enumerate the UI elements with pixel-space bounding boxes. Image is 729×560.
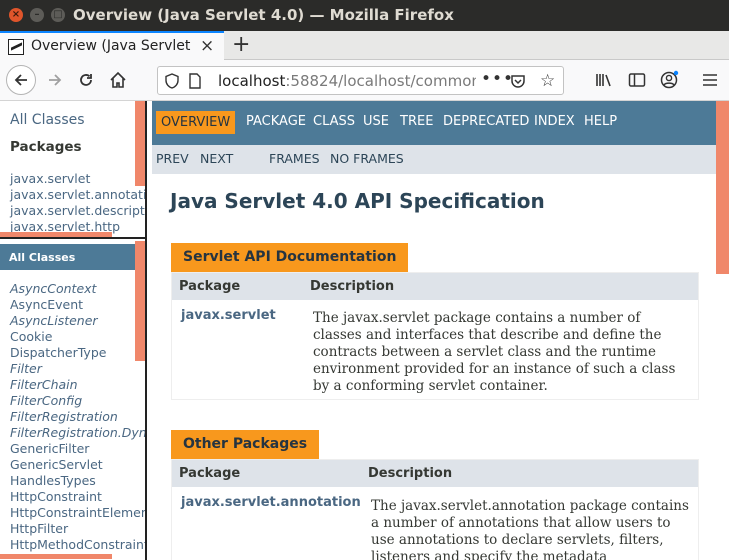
vertical-scrollbar-track[interactable] xyxy=(716,101,729,174)
subnav-prev: PREV xyxy=(156,151,189,166)
main-content-frame: OVERVIEW PACKAGE CLASS USE TREE DEPRECAT… xyxy=(149,101,729,560)
navigation-toolbar: localhost:58824/localhost/common/ja ••• … xyxy=(0,60,729,101)
package-link[interactable]: javax.servlet xyxy=(10,171,90,186)
back-arrow-icon xyxy=(14,74,27,86)
nav-use[interactable]: USE xyxy=(363,114,389,129)
url-path: :58824/localhost/common/ja xyxy=(285,72,476,90)
vertical-scrollbar[interactable] xyxy=(716,174,729,274)
pocket-icon[interactable] xyxy=(510,73,526,89)
left-navigation-frames: All Classes Packages javax.servlet javax… xyxy=(0,101,147,560)
package-summary-table: Package Description javax.servlet.annota… xyxy=(171,459,699,560)
home-button[interactable] xyxy=(104,66,132,94)
account-icon xyxy=(660,70,679,89)
tab-title: Overview (Java Servlet 4 xyxy=(31,38,191,54)
class-link[interactable]: AsyncContext xyxy=(10,281,96,296)
url-text: localhost:58824/localhost/common/ja xyxy=(218,72,476,90)
table-header: Package Description xyxy=(172,460,698,487)
url-host: localhost xyxy=(218,72,286,90)
window-title: Overview (Java Servlet 4.0) — Mozilla Fi… xyxy=(73,6,454,24)
forward-button[interactable] xyxy=(41,66,69,94)
nav-deprecated[interactable]: DEPRECATED xyxy=(443,114,529,129)
all-classes-link[interactable]: All Classes xyxy=(10,112,85,128)
vertical-scrollbar[interactable] xyxy=(135,101,145,186)
column-header-description: Description xyxy=(368,466,453,481)
vertical-scrollbar[interactable] xyxy=(135,241,145,361)
package-description: The javax.servlet package contains a num… xyxy=(313,310,676,394)
class-link[interactable]: Filter xyxy=(10,361,42,376)
subnav-no-frames-link[interactable]: NO FRAMES xyxy=(330,151,404,166)
tab-strip: Overview (Java Servlet 4 × + xyxy=(0,31,729,60)
sub-navigation-bar: PREV NEXT FRAMES NO FRAMES xyxy=(152,145,716,174)
back-button[interactable] xyxy=(6,65,36,95)
new-tab-button[interactable]: + xyxy=(232,31,250,58)
class-link[interactable]: FilterConfig xyxy=(10,393,82,408)
column-header-package: Package xyxy=(179,466,241,481)
class-link[interactable]: HttpConstraint xyxy=(10,489,102,504)
class-link[interactable]: HttpFilter xyxy=(10,521,68,536)
top-navigation-bar: OVERVIEW PACKAGE CLASS USE TREE DEPRECAT… xyxy=(152,101,716,145)
hamburger-menu-icon xyxy=(703,74,717,86)
hamburger-menu-button[interactable] xyxy=(696,66,724,94)
table-caption-servlet-api: Servlet API Documentation xyxy=(171,243,409,272)
class-link[interactable]: GenericServlet xyxy=(10,457,103,472)
nav-class[interactable]: CLASS xyxy=(313,114,355,129)
package-summary-table: Package Description javax.servlet The ja… xyxy=(171,272,699,400)
class-link[interactable]: GenericFilter xyxy=(10,441,89,456)
class-link[interactable]: AsyncListener xyxy=(10,313,98,328)
sidebar-icon xyxy=(628,73,646,87)
table-header: Package Description xyxy=(172,273,698,300)
package-link[interactable]: javax.servlet.descriptor xyxy=(10,203,145,218)
table-caption-other-packages: Other Packages xyxy=(171,430,320,459)
tab-close-icon[interactable]: × xyxy=(200,36,214,56)
class-list-frame: All Classes AsyncContext AsyncEvent AsyncL… xyxy=(0,241,145,560)
page-favicon-icon xyxy=(8,39,24,55)
column-header-description: Description xyxy=(310,279,395,294)
class-link[interactable]: HttpConstraintElement xyxy=(10,505,145,520)
class-link[interactable]: FilterRegistration.Dynamic xyxy=(10,425,145,440)
window-maximize-button[interactable]: □ xyxy=(51,8,65,22)
reload-icon xyxy=(80,74,92,86)
package-description: The javax.servlet.annotation package con… xyxy=(371,498,689,560)
subnav-frames-link[interactable]: FRAMES xyxy=(269,151,320,166)
class-link[interactable]: Cookie xyxy=(10,329,52,344)
window-close-button[interactable]: × xyxy=(9,8,23,22)
class-link[interactable]: FilterChain xyxy=(10,377,78,392)
window-minimize-button[interactable]: – xyxy=(30,8,44,22)
nav-overview[interactable]: OVERVIEW xyxy=(156,111,236,134)
sidebar-button[interactable] xyxy=(623,66,651,94)
window-titlebar: × – □ Overview (Java Servlet 4.0) — Mozi… xyxy=(0,0,729,31)
package-list-frame: All Classes Packages javax.servlet javax… xyxy=(0,101,145,239)
package-link-javax-servlet-annotation[interactable]: javax.servlet.annotation xyxy=(181,495,361,510)
library-icon xyxy=(596,74,611,87)
class-link[interactable]: FilterRegistration xyxy=(10,409,118,424)
horizontal-scrollbar[interactable] xyxy=(0,554,112,559)
class-link[interactable]: HttpMethodConstraint xyxy=(10,537,145,552)
reload-button[interactable] xyxy=(72,66,100,94)
forward-arrow-icon xyxy=(49,74,62,86)
nav-package[interactable]: PACKAGE xyxy=(246,114,306,129)
account-button[interactable] xyxy=(655,66,683,94)
horizontal-scrollbar[interactable] xyxy=(0,232,112,237)
class-link[interactable]: AsyncEvent xyxy=(10,297,83,312)
page-title: Java Servlet 4.0 API Specification xyxy=(170,189,545,213)
nav-help[interactable]: HELP xyxy=(584,114,617,129)
page-icon xyxy=(189,73,201,89)
site-info-icon[interactable] xyxy=(165,73,179,89)
class-link[interactable]: DispatcherType xyxy=(10,345,106,360)
package-link-javax-servlet[interactable]: javax.servlet xyxy=(181,308,276,323)
nav-tree[interactable]: TREE xyxy=(400,114,433,129)
subnav-next: NEXT xyxy=(200,151,234,166)
library-button[interactable] xyxy=(590,66,618,94)
package-link[interactable]: javax.servlet.annotation xyxy=(10,187,145,202)
bookmark-star-icon[interactable]: ☆ xyxy=(540,71,555,91)
url-bar[interactable]: localhost:58824/localhost/common/ja ••• … xyxy=(157,66,564,95)
home-icon xyxy=(110,71,126,88)
browser-tab-overview[interactable]: Overview (Java Servlet 4 × xyxy=(0,31,224,60)
nav-index[interactable]: INDEX xyxy=(534,114,575,129)
column-header-package: Package xyxy=(179,279,241,294)
packages-heading: Packages xyxy=(10,139,82,155)
class-link[interactable]: HandlesTypes xyxy=(10,473,96,488)
all-classes-header: All Classes xyxy=(0,244,135,270)
